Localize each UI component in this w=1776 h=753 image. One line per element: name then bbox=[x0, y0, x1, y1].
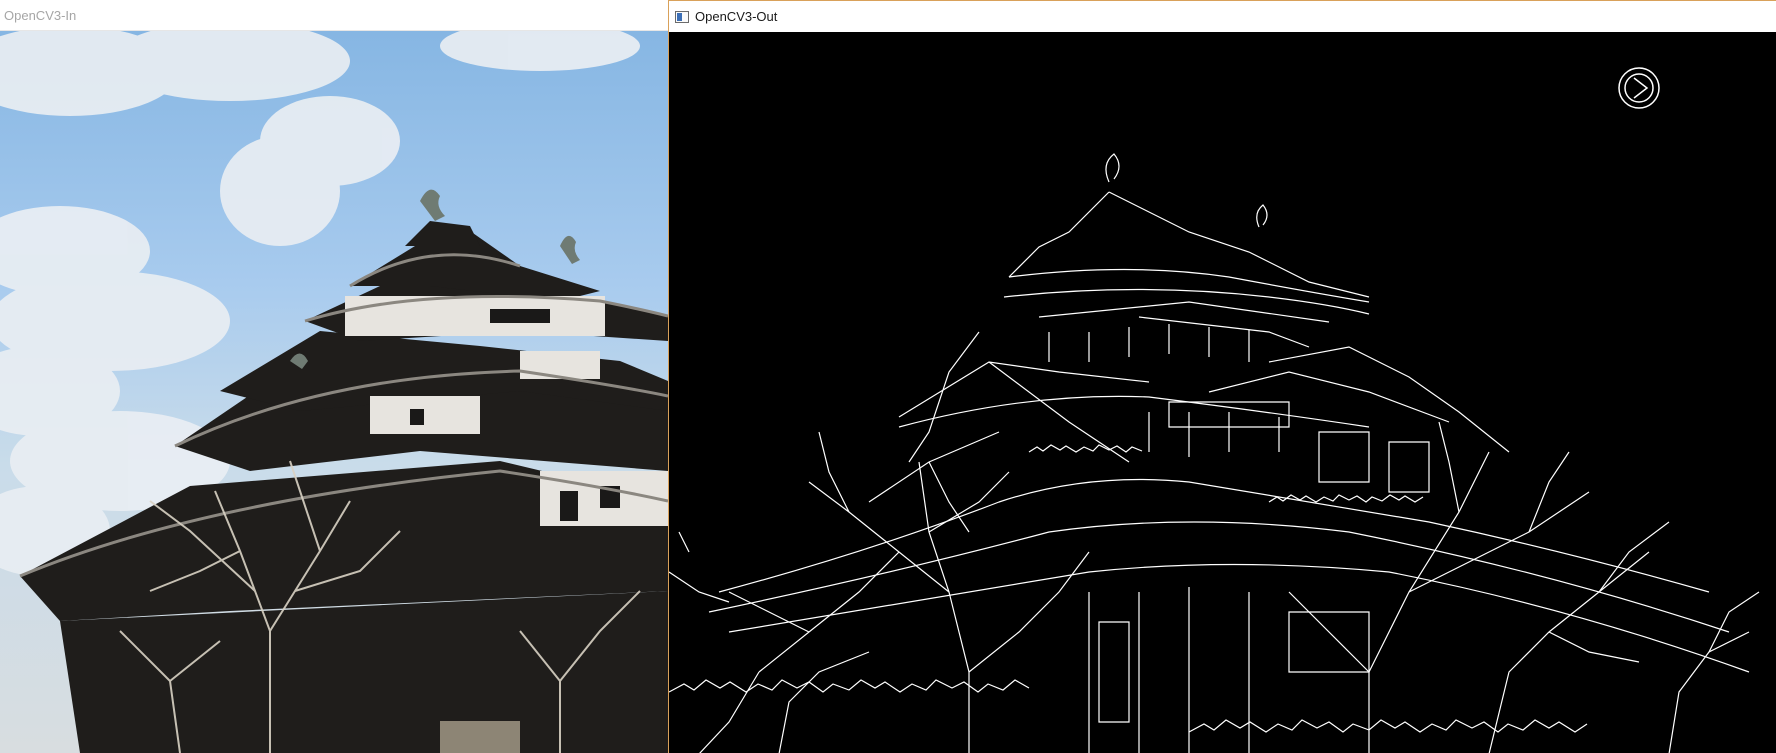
canny-edge-map bbox=[669, 67, 1760, 753]
input-window[interactable]: OpenCV3-In bbox=[0, 0, 668, 753]
input-image-view bbox=[0, 31, 668, 753]
play-next-icon[interactable] bbox=[1618, 67, 1660, 109]
input-window-title: OpenCV3-In bbox=[4, 7, 77, 23]
output-window-title: OpenCV3-Out bbox=[695, 9, 778, 24]
output-image-view bbox=[669, 32, 1776, 753]
castle-photo bbox=[0, 31, 668, 753]
input-window-titlebar[interactable]: OpenCV3-In bbox=[0, 0, 668, 31]
output-window-titlebar[interactable]: OpenCV3-Out bbox=[669, 1, 1776, 32]
output-window[interactable]: OpenCV3-Out bbox=[668, 0, 1776, 753]
app-window-icon bbox=[675, 10, 689, 23]
